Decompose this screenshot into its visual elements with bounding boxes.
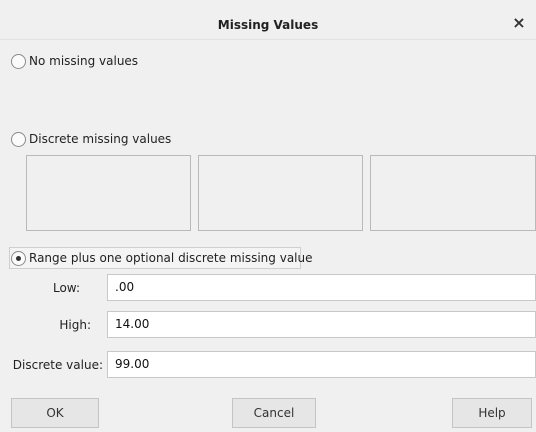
discrete-value-input-1[interactable] bbox=[26, 155, 191, 231]
ok-button[interactable]: OK bbox=[11, 398, 99, 428]
cancel-button[interactable]: Cancel bbox=[232, 398, 316, 428]
close-icon[interactable]: × bbox=[511, 15, 527, 31]
high-field[interactable]: 14.00 bbox=[107, 311, 536, 338]
discrete-value-input-2[interactable] bbox=[198, 155, 363, 231]
no-missing-values-option[interactable]: No missing values bbox=[11, 50, 138, 72]
discrete-value-field[interactable]: 99.00 bbox=[107, 351, 536, 378]
range-radio[interactable] bbox=[11, 250, 26, 266]
no-missing-radio[interactable] bbox=[11, 53, 26, 69]
discrete-value-input-3[interactable] bbox=[370, 155, 536, 231]
title-bar: Missing Values × bbox=[0, 0, 536, 40]
high-label: High: bbox=[59, 318, 91, 332]
range-label: Range plus one optional discrete missing… bbox=[29, 251, 313, 265]
range-plus-discrete-option[interactable]: Range plus one optional discrete missing… bbox=[11, 247, 313, 269]
no-missing-label: No missing values bbox=[29, 54, 139, 68]
discrete-value-label: Discrete value: bbox=[12, 358, 103, 372]
help-button[interactable]: Help bbox=[452, 398, 532, 428]
dialog-title: Missing Values bbox=[217, 18, 319, 32]
low-label: Low: bbox=[52, 281, 80, 295]
discrete-missing-values-option[interactable]: Discrete missing values bbox=[11, 128, 171, 150]
low-field[interactable]: .00 bbox=[107, 274, 536, 301]
discrete-missing-label: Discrete missing values bbox=[29, 132, 172, 146]
discrete-missing-radio[interactable] bbox=[11, 131, 26, 147]
